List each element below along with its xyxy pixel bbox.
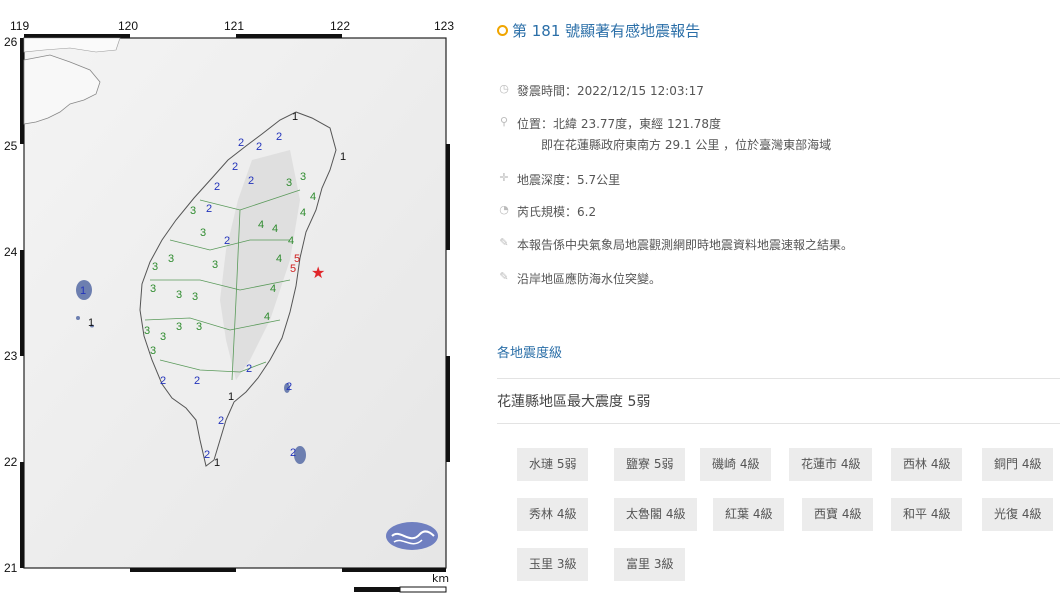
svg-text:3: 3 [200, 227, 206, 239]
focal-depth: ✛ 地震深度：5.7公里 [497, 171, 620, 188]
svg-text:3: 3 [150, 345, 156, 357]
location-detail: 即在花蓮縣政府東南方 29.1 公里 ，位於臺灣東部海域 [541, 138, 832, 152]
svg-text:3: 3 [150, 283, 156, 295]
svg-text:4: 4 [288, 235, 294, 247]
svg-text:5: 5 [294, 253, 300, 265]
svg-text:2: 2 [160, 375, 166, 387]
svg-text:2: 2 [206, 203, 212, 215]
max-intensity-bar[interactable]: 花蓮縣地區最大震度 5弱 [497, 378, 1060, 424]
svg-text:4: 4 [300, 207, 306, 219]
svg-text:4: 4 [270, 283, 276, 295]
svg-text:2: 2 [248, 175, 254, 187]
svg-text:3: 3 [300, 171, 306, 183]
svg-text:4: 4 [310, 191, 316, 203]
max-intensity-label: 花蓮縣地區最大震度 5弱 [497, 394, 651, 410]
svg-text:3: 3 [190, 205, 196, 217]
scale-bar: km [354, 572, 449, 593]
svg-text:1: 1 [80, 285, 86, 297]
svg-text:2: 2 [224, 235, 230, 247]
cwb-logo-icon [386, 522, 438, 550]
bullet-ring-icon [497, 25, 508, 36]
svg-text:2: 2 [238, 137, 244, 149]
svg-text:1: 1 [340, 151, 346, 163]
svg-text:3: 3 [286, 177, 292, 189]
svg-text:1: 1 [228, 391, 234, 403]
svg-text:2: 2 [232, 161, 238, 173]
svg-text:2: 2 [286, 381, 292, 393]
tsunami-note: ✎ 沿岸地區應防海水位突變。 [497, 270, 661, 287]
station-chip[interactable]: 水璉 5弱 [517, 448, 589, 481]
svg-text:3: 3 [152, 261, 158, 273]
svg-text:24: 24 [4, 245, 18, 259]
svg-text:1: 1 [88, 317, 94, 329]
station-chip[interactable]: 玉里 3級 [517, 548, 589, 581]
svg-text:23: 23 [4, 349, 18, 363]
station-chip[interactable]: 富里 3級 [614, 548, 686, 581]
intensity-map: 2 22 222 222 222 222 1 3 33 333 333 3 33 33… [4, 19, 454, 593]
report-title: 第 181 號顯著有感地震報告 [497, 20, 700, 41]
station-chip[interactable]: 和平 4級 [891, 498, 963, 531]
report-note: ✎ 本報告係中央氣象局地震觀測網即時地震資料地震速報之結果。 [497, 236, 853, 253]
svg-text:2: 2 [214, 181, 220, 193]
svg-text:4: 4 [276, 253, 282, 265]
svg-text:3: 3 [144, 325, 150, 337]
location-pin-icon: ⚲ [499, 115, 509, 128]
svg-text:4: 4 [258, 219, 264, 231]
station-chip[interactable]: 太魯閣 4級 [614, 498, 698, 531]
svg-text:3: 3 [212, 259, 218, 271]
svg-text:1: 1 [214, 457, 220, 469]
pencil-icon: ✎ [499, 270, 509, 283]
station-chip[interactable]: 花蓮市 4級 [789, 448, 873, 481]
station-chip[interactable]: 紅葉 4級 [713, 498, 785, 531]
svg-text:4: 4 [272, 223, 278, 235]
svg-text:119: 119 [10, 19, 29, 33]
epicenter-location: ⚲ 位置：北緯 23.77度，東經 121.78度 即在花蓮縣政府東南方 29.… [497, 115, 831, 153]
svg-text:3: 3 [192, 291, 198, 303]
magnitude: ◔ 芮氏規模：6.2 [497, 203, 596, 220]
tab-local-intensity[interactable]: 各地震度級 [497, 342, 562, 361]
station-chip[interactable]: 磯崎 4級 [700, 448, 772, 481]
svg-text:2: 2 [276, 131, 282, 143]
station-chip[interactable]: 銅門 4級 [982, 448, 1054, 481]
svg-text:121: 121 [224, 19, 244, 33]
svg-text:3: 3 [168, 253, 174, 265]
svg-text:1: 1 [292, 111, 298, 123]
svg-text:3: 3 [176, 321, 182, 333]
station-chip[interactable]: 西寶 4級 [802, 498, 874, 531]
svg-text:25: 25 [4, 139, 18, 153]
scale-unit: km [432, 572, 449, 585]
svg-text:120: 120 [118, 19, 138, 33]
svg-text:2: 2 [204, 449, 210, 461]
report-panel: 第 181 號顯著有感地震報告 ◷ 發震時間：2022/12/15 12:03:… [497, 0, 1060, 596]
svg-text:2: 2 [218, 415, 224, 427]
svg-text:3: 3 [160, 331, 166, 343]
svg-text:2: 2 [256, 141, 262, 153]
origin-time: ◷ 發震時間：2022/12/15 12:03:17 [497, 82, 704, 99]
svg-text:2: 2 [290, 447, 296, 459]
svg-text:3: 3 [176, 289, 182, 301]
svg-text:4: 4 [264, 311, 270, 323]
epicenter-star-icon: ★ [311, 263, 325, 282]
svg-text:2: 2 [194, 375, 200, 387]
gauge-icon: ◔ [499, 203, 509, 216]
station-chip[interactable]: 鹽寮 5弱 [614, 448, 686, 481]
station-chip[interactable]: 秀林 4級 [517, 498, 589, 531]
svg-text:22: 22 [4, 455, 18, 469]
svg-text:26: 26 [4, 35, 18, 49]
svg-text:122: 122 [330, 19, 350, 33]
svg-text:21: 21 [4, 561, 18, 575]
crosshair-icon: ✛ [499, 171, 509, 184]
svg-text:123: 123 [434, 19, 454, 33]
svg-text:3: 3 [196, 321, 202, 333]
pencil-icon: ✎ [499, 236, 509, 249]
svg-text:2: 2 [246, 363, 252, 375]
clock-icon: ◷ [499, 82, 509, 95]
station-chip[interactable]: 西林 4級 [891, 448, 963, 481]
station-chip[interactable]: 光復 4級 [982, 498, 1054, 531]
